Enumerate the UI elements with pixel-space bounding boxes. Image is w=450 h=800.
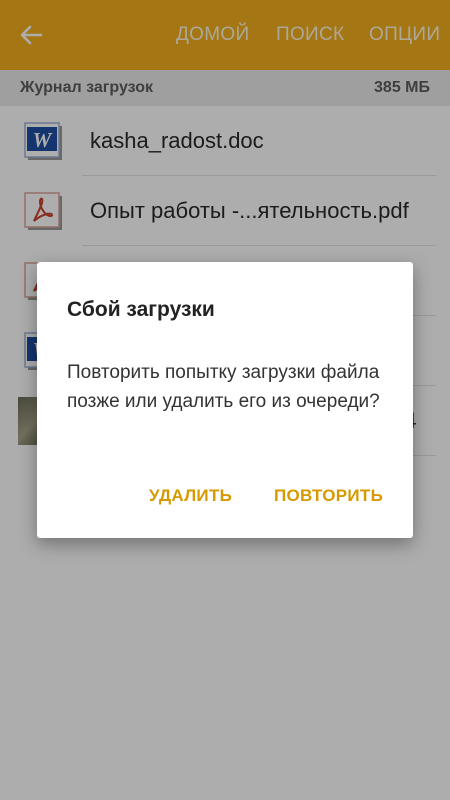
dialog-message: Повторить попытку загрузки файла позже и… bbox=[67, 362, 380, 412]
download-failed-dialog: Сбой загрузки Повторить попытку загрузки… bbox=[37, 262, 413, 538]
dialog-title: Сбой загрузки bbox=[67, 298, 215, 321]
delete-button[interactable]: УДАЛИТЬ bbox=[149, 486, 232, 506]
retry-button[interactable]: ПОВТОРИТЬ bbox=[274, 486, 383, 506]
